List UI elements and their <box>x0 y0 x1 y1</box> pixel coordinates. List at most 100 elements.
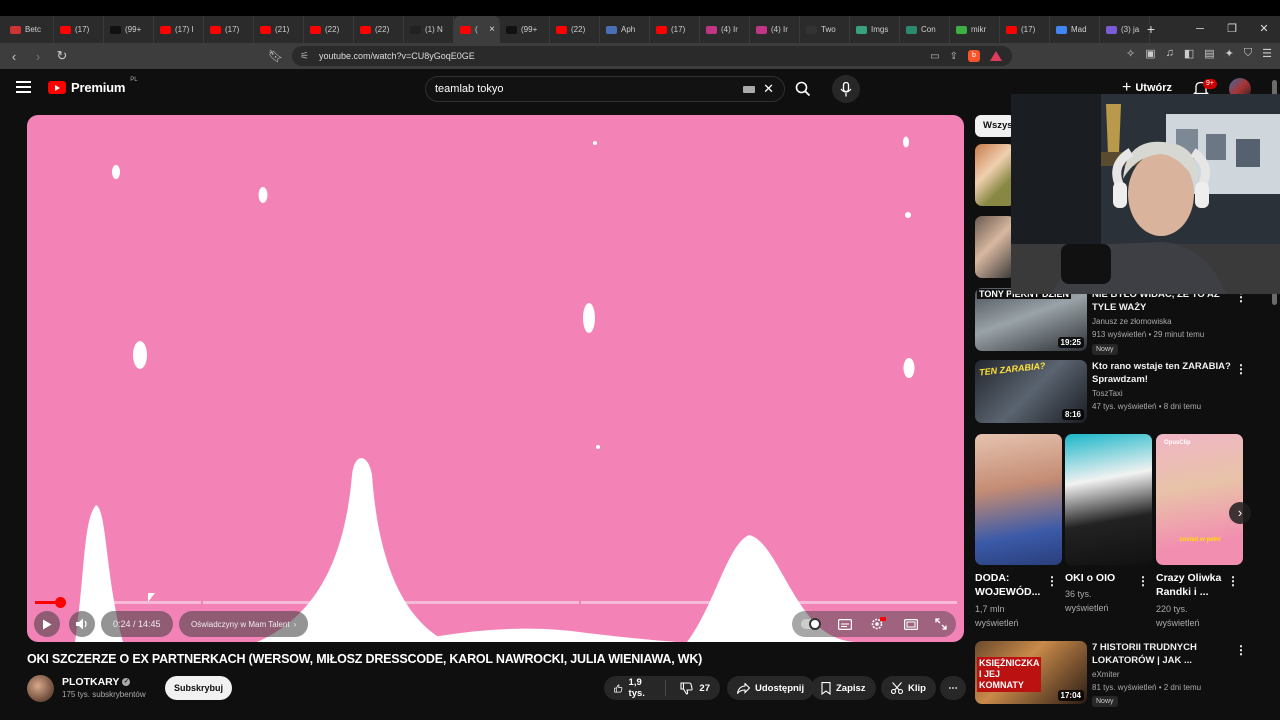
video-player[interactable]: 0:24 / 14:45 Oświadczyny w Mam Talent › <box>27 115 964 642</box>
progress-bar[interactable] <box>35 597 957 608</box>
video-thumbnail[interactable]: TONY PIEKNY DZIEN 19:25 <box>975 288 1087 351</box>
wallet-icon[interactable]: ▣ <box>1145 47 1155 60</box>
browser-tab[interactable]: Two <box>800 16 850 43</box>
more-vert-icon[interactable]: ⋮ <box>1235 643 1247 657</box>
clear-search-icon[interactable]: ✕ <box>763 81 774 97</box>
clip-button[interactable]: Klip <box>881 676 936 700</box>
menu-icon[interactable]: ☰ <box>1262 47 1272 60</box>
more-vert-icon[interactable]: ⋮ <box>1046 574 1058 588</box>
shorts-next-button[interactable]: › <box>1229 502 1251 524</box>
guide-menu-icon[interactable] <box>16 81 31 96</box>
browser-tab[interactable]: (99+ <box>104 16 154 43</box>
browser-tab[interactable]: (1) N <box>404 16 454 43</box>
browser-tab[interactable]: (× <box>454 16 500 43</box>
fullscreen-icon[interactable] <box>935 618 947 630</box>
restore-icon[interactable]: ❐ <box>1216 16 1248 43</box>
browser-tab[interactable]: (4) Ir <box>750 16 800 43</box>
browser-tab[interactable]: (4) Ir <box>700 16 750 43</box>
recommended-title[interactable]: 7 HISTORII TRUDNYCH LOKATORÓW | JAK ... <box>1092 641 1197 667</box>
wallet-2-icon[interactable]: ▤ <box>1204 47 1214 60</box>
search-input[interactable]: teamlab tokyo ✕ <box>425 76 785 102</box>
brave-shields-icon[interactable]: b <box>968 50 980 62</box>
more-vert-icon[interactable]: ⋮ <box>1235 362 1247 376</box>
vpn-icon[interactable]: ⛉ <box>1244 47 1252 60</box>
like-button[interactable]: 1,9 tys. <box>604 676 660 700</box>
browser-tab[interactable]: Imgs <box>850 16 900 43</box>
more-vert-icon[interactable]: ⋮ <box>1227 574 1239 588</box>
cast-icon[interactable]: ▭ <box>930 51 939 62</box>
chapter-segment[interactable] <box>203 601 367 604</box>
brave-rewards-icon[interactable] <box>990 51 1002 61</box>
views-line: 1,7 mln <box>975 604 1005 614</box>
browser-tab[interactable]: (22) <box>354 16 404 43</box>
video-thumbnail[interactable]: KSIĘŻNICZKA I JEJ KOMNATY 17:04 <box>975 641 1087 704</box>
autoplay-toggle[interactable] <box>800 618 821 630</box>
short-title[interactable]: OKI o OIO <box>1065 571 1115 585</box>
video-thumbnail[interactable] <box>975 216 1015 278</box>
share-button[interactable]: Udostępnij <box>727 676 815 700</box>
browser-tab[interactable]: (17) <box>1000 16 1050 43</box>
channel-name[interactable]: PLOTKARY ✓ <box>62 676 131 688</box>
music-icon[interactable]: ♫ <box>1166 47 1174 60</box>
more-actions-button[interactable]: ⋯ <box>940 676 966 700</box>
close-tab-icon[interactable]: × <box>489 24 495 35</box>
play-button[interactable] <box>34 611 60 637</box>
search-button[interactable] <box>785 76 821 102</box>
browser-tab[interactable]: Aph <box>600 16 650 43</box>
browser-tab[interactable]: (17) <box>650 16 700 43</box>
back-icon[interactable]: ‹ <box>4 49 24 64</box>
browser-tab[interactable]: mikr <box>950 16 1000 43</box>
browser-tab[interactable]: (17) <box>204 16 254 43</box>
more-vert-icon[interactable]: ⋮ <box>1137 574 1149 588</box>
filter-chip-all[interactable]: Wszys <box>975 115 1015 137</box>
chapter-segment[interactable] <box>581 601 781 604</box>
ai-icon[interactable]: ✦ <box>1225 47 1234 60</box>
short-thumbnail[interactable]: OpusClip zostań w pełni <box>1156 434 1243 565</box>
channel-avatar[interactable] <box>27 675 54 702</box>
browser-tab[interactable]: Betc <box>4 16 54 43</box>
browser-tab[interactable]: Mad <box>1050 16 1100 43</box>
settings-gear-icon[interactable] <box>870 617 886 631</box>
dislike-button[interactable]: 27 <box>670 676 720 700</box>
miniplayer-icon[interactable] <box>903 618 918 630</box>
browser-tab[interactable]: (22) <box>304 16 354 43</box>
recommended-title[interactable]: Kto rano wstaje ten ZARABIA? Sprawdzam! <box>1092 360 1231 386</box>
recommended-channel[interactable]: ToszTaxi <box>1092 387 1123 400</box>
reload-icon[interactable]: ↻ <box>52 48 72 64</box>
bookmark-icon[interactable]: 🔖︎ <box>268 49 283 63</box>
short-title[interactable]: DODA: WOJEWÓD... <box>975 571 1040 599</box>
video-thumbnail[interactable]: TEN ZARABIA? 8:16 <box>975 360 1087 423</box>
browser-tab[interactable]: (21) <box>254 16 304 43</box>
url-field[interactable]: ⚟ youtube.com/watch?v=CU8yGoqE0GE ▭ ⇪ b <box>292 46 1012 66</box>
browser-tab[interactable]: (17) <box>54 16 104 43</box>
recommended-channel[interactable]: Janusz ze złomowiska <box>1092 315 1172 328</box>
forward-icon[interactable]: › <box>28 49 48 64</box>
subtitles-icon[interactable] <box>838 618 853 630</box>
new-tab-button[interactable]: + <box>1140 21 1162 37</box>
voice-search-button[interactable] <box>832 75 860 103</box>
recommended-channel[interactable]: eXmiter <box>1092 668 1120 681</box>
site-info-icon[interactable]: ⚟ <box>300 51 309 62</box>
browser-tab[interactable]: (22) <box>550 16 600 43</box>
close-window-icon[interactable]: ✕ <box>1248 16 1280 43</box>
share-page-icon[interactable]: ⇪ <box>950 51 958 62</box>
extensions-icon[interactable]: ✧ <box>1126 47 1135 60</box>
minimize-icon[interactable]: ─ <box>1184 16 1216 43</box>
scrubber-handle[interactable] <box>54 597 66 608</box>
video-thumbnail[interactable] <box>975 144 1015 206</box>
sidebar-icon[interactable]: ◧ <box>1184 47 1194 60</box>
save-button[interactable]: Zapisz <box>811 676 876 700</box>
volume-button[interactable] <box>69 611 95 637</box>
chapter-button[interactable]: Oświadczyny w Mam Talent › <box>179 611 309 637</box>
chapter-segment[interactable] <box>783 601 957 604</box>
youtube-logo[interactable]: Premium PL <box>48 77 138 95</box>
short-thumbnail[interactable] <box>975 434 1062 565</box>
short-thumbnail[interactable] <box>1065 434 1152 565</box>
browser-tab[interactable]: (17) I <box>154 16 204 43</box>
keyboard-icon[interactable] <box>743 85 756 93</box>
browser-tab[interactable]: (99+ <box>500 16 550 43</box>
chapter-segment[interactable] <box>369 601 579 604</box>
subscribe-button[interactable]: Subskrybuj <box>165 676 232 700</box>
short-title[interactable]: Crazy Oliwka Randki i ... <box>1156 571 1221 599</box>
browser-tab[interactable]: Con <box>900 16 950 43</box>
